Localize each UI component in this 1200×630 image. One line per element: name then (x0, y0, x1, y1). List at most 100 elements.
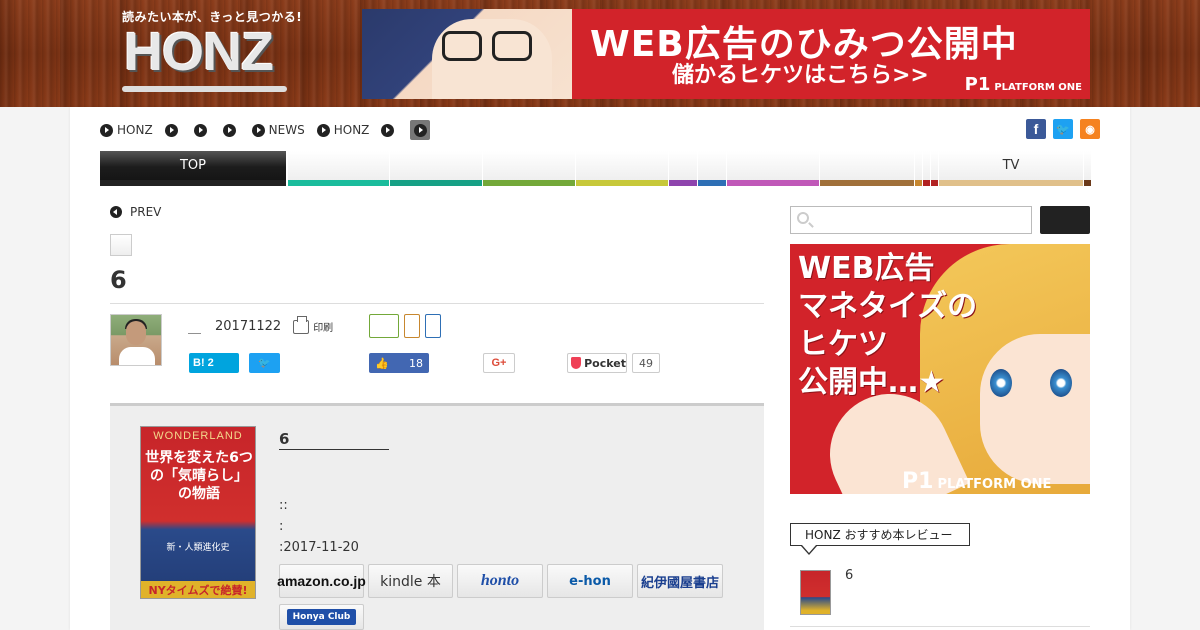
chevron-right-icon (193, 123, 207, 137)
article-tag[interactable] (404, 314, 420, 338)
store-kinokuniya-button[interactable]: 紀伊國屋書店 (637, 564, 723, 598)
print-button[interactable]: 印刷 (293, 315, 333, 334)
recommend-book-title[interactable]: 6 (845, 568, 853, 583)
store-ehon-button[interactable]: e-hon (547, 564, 633, 598)
ad-line: ヒケツ (798, 327, 888, 362)
chevron-right-icon (222, 123, 236, 137)
rss-icon[interactable]: ◉ (1080, 119, 1100, 139)
glasses-right (492, 31, 532, 61)
category-tab[interactable] (483, 151, 576, 186)
breadcrumb-label: HONZ (117, 123, 153, 137)
category-color-bar (1084, 180, 1091, 186)
banner-brand: P1 PLATFORM ONE (965, 74, 1082, 95)
breadcrumb-item[interactable] (222, 123, 240, 137)
category-color-bar (576, 180, 668, 186)
category-color-bar (923, 180, 930, 186)
category-tag[interactable] (110, 234, 132, 256)
category-tab[interactable] (820, 151, 915, 186)
article-meta: ＿ 20171122 印刷 (188, 315, 333, 336)
prev-link[interactable]: PREV (110, 205, 161, 219)
article-date: 20171122 (215, 319, 282, 334)
chevron-right-icon (316, 123, 330, 137)
category-tab[interactable] (576, 151, 669, 186)
facebook-like-count: 18 (409, 356, 423, 370)
category-tab[interactable] (390, 151, 483, 186)
google-plus-button[interactable]: G+ (483, 353, 515, 373)
book-cover[interactable]: WONDERLAND 世界を変えた6つの「気晴らし」の物語 新・人類進化史 NY… (140, 426, 256, 599)
hatena-bookmark-button[interactable]: B! 2 (189, 353, 239, 373)
sidebar-ad-text: WEB広告 マネタイズの ヒケツ 公開中…★ (798, 250, 977, 402)
category-color-bar (390, 180, 482, 186)
category-color-bar (727, 180, 819, 186)
breadcrumb-item[interactable]: NEWS (251, 123, 305, 137)
breadcrumb-item-current[interactable] (410, 120, 431, 140)
recommend-divider (790, 626, 1090, 627)
site-logo[interactable]: 読みたい本が、きっと見つかる! HONZ (122, 8, 302, 100)
category-color-bar (483, 180, 575, 186)
store-honto-button[interactable]: honto (457, 564, 543, 598)
breadcrumb-label: NEWS (268, 123, 305, 137)
breadcrumb-item[interactable] (193, 123, 211, 137)
store-kindle-button[interactable]: kindle 本 (368, 564, 453, 598)
cover-series: WONDERLAND (153, 430, 243, 442)
chevron-left-icon (110, 206, 122, 218)
hatena-label: B! (193, 357, 205, 369)
category-color-bar (931, 180, 938, 186)
thumbs-up-icon: 👍 (375, 356, 389, 370)
breadcrumb-item[interactable] (164, 123, 182, 137)
breadcrumb-item[interactable]: HONZ (316, 123, 370, 137)
ad-brand: P1 PLATFORM ONE (902, 469, 1051, 494)
author-avatar[interactable] (110, 314, 162, 366)
breadcrumb-label: HONZ (333, 123, 370, 137)
cover-band: NYタイムズで絶賛! (148, 584, 248, 597)
category-tab[interactable] (915, 151, 923, 186)
tweet-button[interactable]: 🐦 (249, 353, 280, 373)
ad-line: WEB広告 (798, 251, 935, 286)
ad-brand-mark: P1 (902, 469, 934, 494)
chevron-right-icon (164, 123, 178, 137)
category-color-bar (288, 180, 389, 186)
pocket-button[interactable]: Pocket (567, 353, 627, 373)
breadcrumb: HONZ NEWS HONZ (100, 119, 442, 141)
category-tab[interactable] (669, 151, 698, 186)
banner-brand-mark: P1 (964, 74, 991, 95)
ad-illustration-eye (1050, 369, 1072, 397)
twitter-icon: 🐦 (258, 357, 271, 369)
category-tab[interactable] (923, 151, 931, 186)
category-tab[interactable] (1084, 151, 1092, 186)
category-color-bar (820, 180, 914, 186)
ad-line: 公開中…★ (798, 365, 945, 400)
article-tag[interactable] (369, 314, 399, 338)
category-tab[interactable] (288, 151, 390, 186)
store-amazon-button[interactable]: amazon.co.jp (277, 564, 366, 598)
recommend-book-thumbnail[interactable] (800, 570, 831, 615)
sidebar-ad-banner[interactable]: WEB広告 マネタイズの ヒケツ 公開中…★ P1 PLATFORM ONE (790, 244, 1090, 494)
banner-brand-text: PLATFORM ONE (994, 82, 1082, 93)
printer-icon (293, 315, 310, 334)
breadcrumb-item[interactable] (381, 123, 398, 137)
banner-subline: 儲かるヒケツはこちら>> (672, 63, 929, 88)
facebook-like-button[interactable]: 👍 18 (369, 353, 429, 373)
store-honyaclub-button[interactable]: Honya Club (279, 604, 364, 630)
category-tab[interactable]: TV (939, 151, 1084, 186)
breadcrumb-item[interactable]: HONZ (100, 123, 153, 137)
avatar-head (126, 321, 146, 345)
category-tab-label: TV (1002, 158, 1020, 173)
category-color-bar (915, 180, 922, 186)
header-ad-banner[interactable]: WEB広告のひみつ公開中 儲かるヒケツはこちら>> P1 PLATFORM ONE (362, 9, 1090, 99)
search-icon (797, 212, 809, 224)
book-title-link[interactable]: 6 (279, 430, 389, 450)
category-tab[interactable]: TOP (100, 151, 287, 186)
category-tab[interactable] (931, 151, 939, 186)
search-input[interactable] (790, 206, 1032, 234)
category-tab[interactable] (698, 151, 727, 186)
facebook-icon[interactable]: f (1026, 119, 1046, 139)
twitter-icon[interactable]: 🐦 (1053, 119, 1073, 139)
breadcrumb-current-box (410, 120, 431, 140)
ad-illustration-eye (990, 369, 1012, 397)
author-name[interactable]: ＿ (188, 317, 201, 336)
article-tag[interactable] (425, 314, 441, 338)
search-button[interactable] (1040, 206, 1090, 234)
category-tab[interactable] (727, 151, 820, 186)
category-nav: TOP TV (100, 151, 1100, 186)
